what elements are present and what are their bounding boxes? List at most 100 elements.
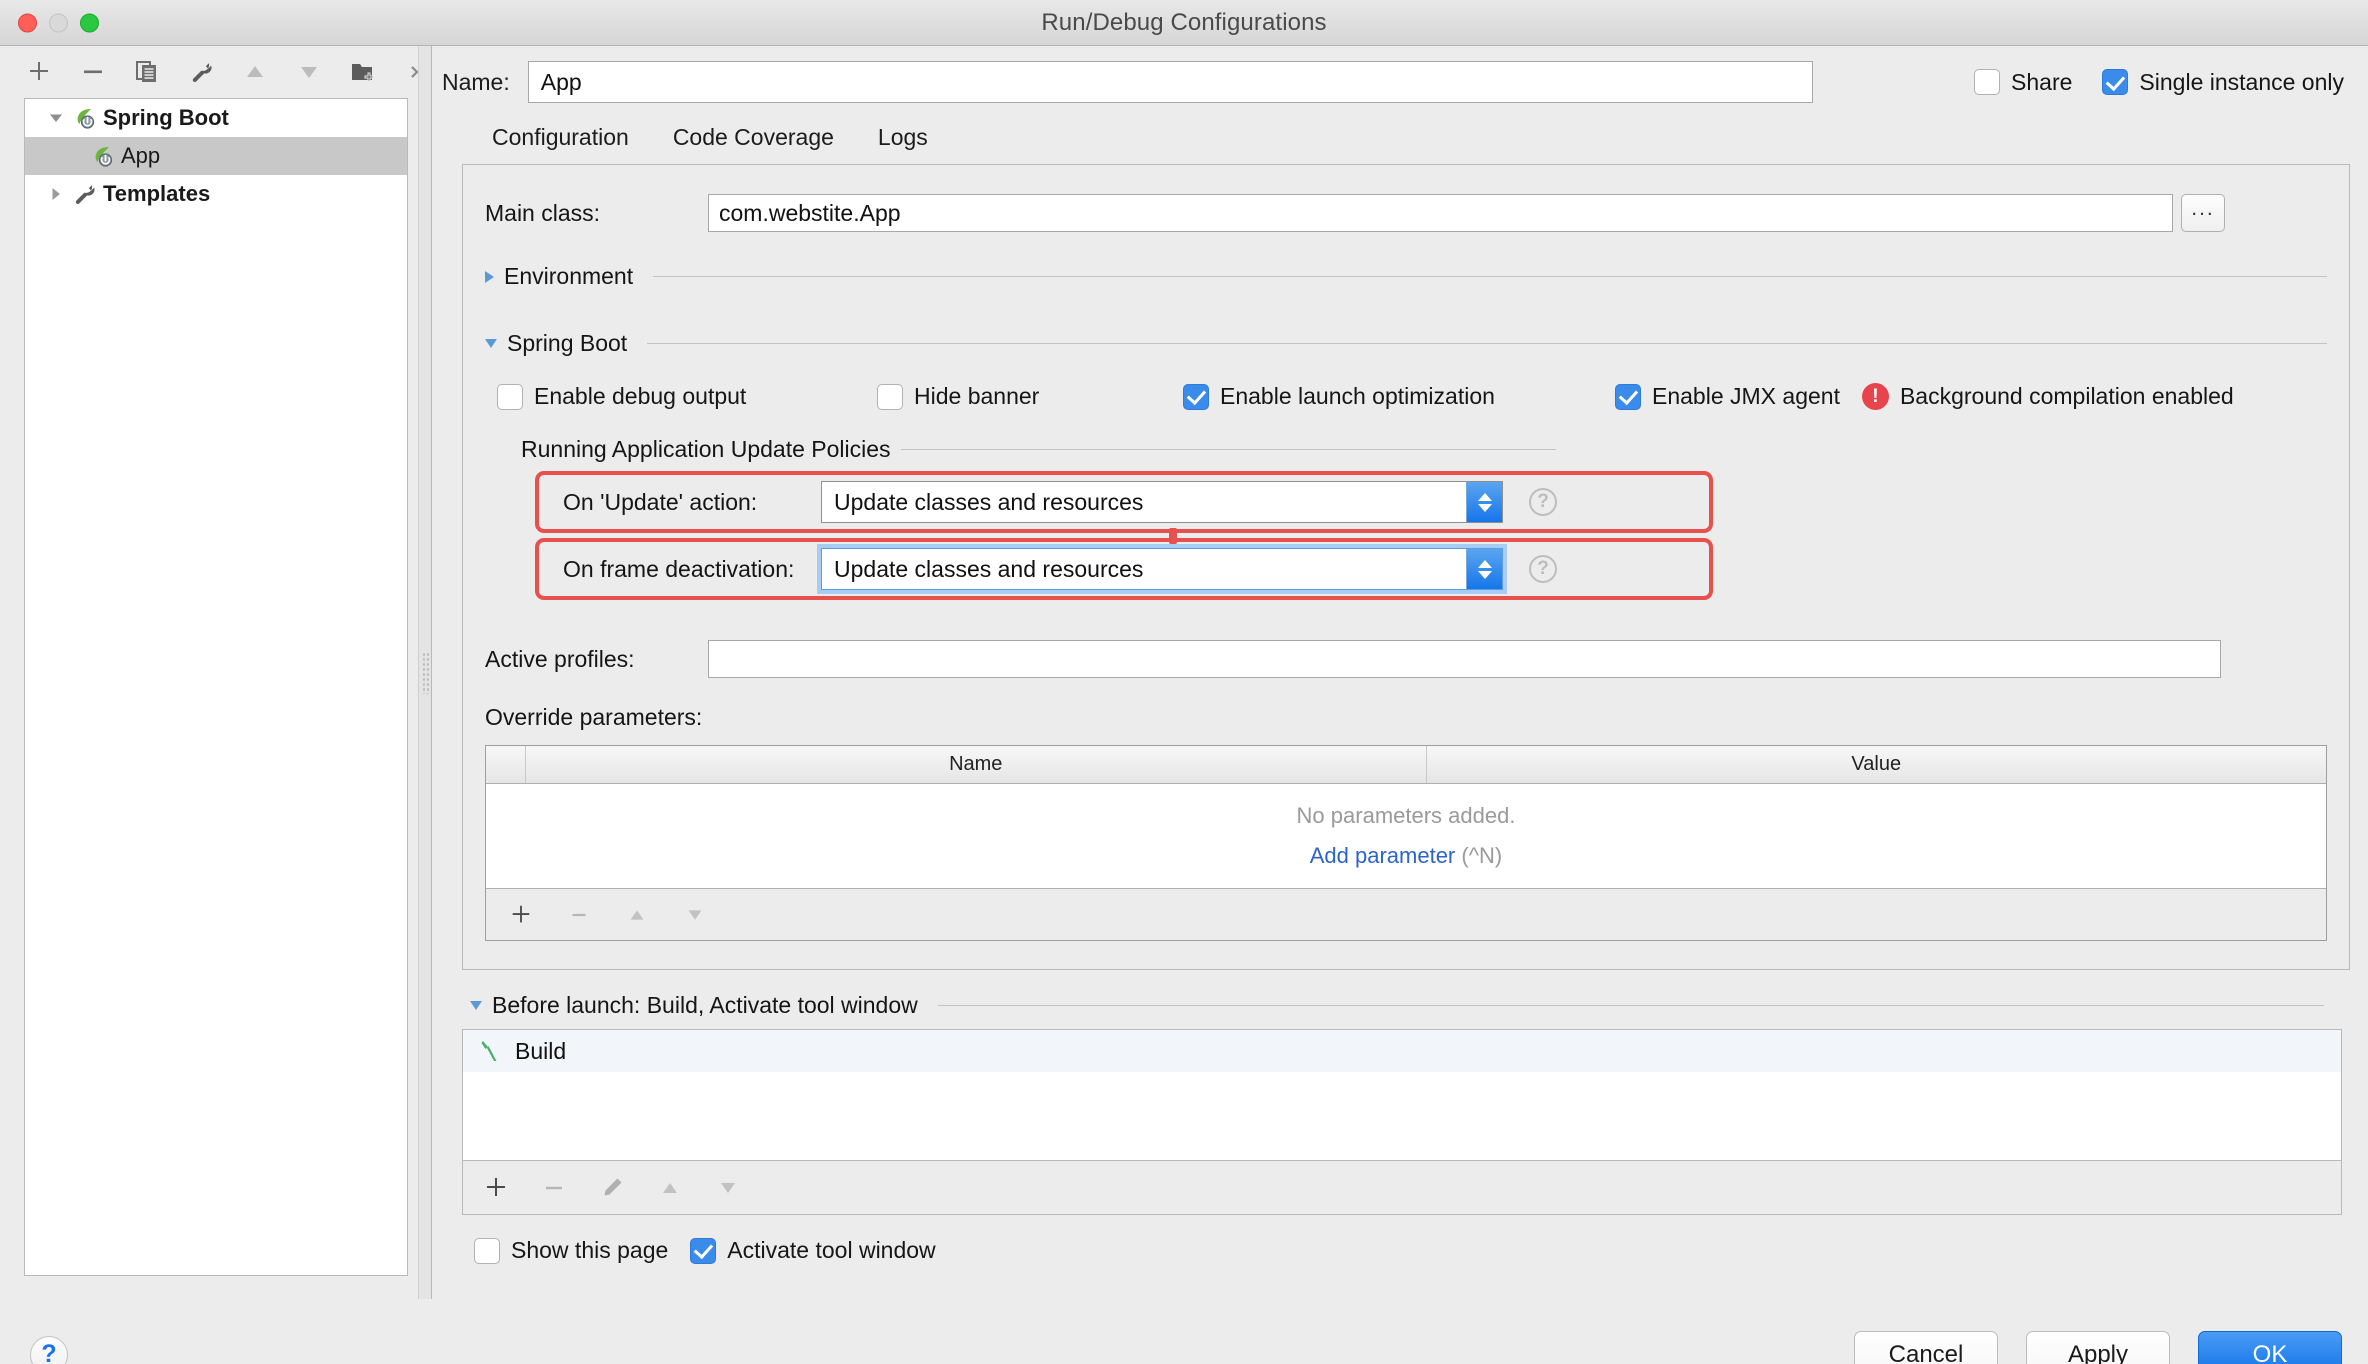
- tab-logs[interactable]: Logs: [856, 124, 950, 168]
- dialog-body: Spring Boot App: [0, 46, 2368, 1299]
- close-window-button[interactable]: [18, 13, 37, 32]
- arrow-up-icon[interactable]: [622, 900, 652, 930]
- chevron-down-icon[interactable]: [485, 339, 497, 348]
- on-frame-deactivation-select[interactable]: Update classes and resources: [821, 548, 1503, 590]
- checkbox-box[interactable]: [690, 1238, 716, 1264]
- arrow-down-icon[interactable]: [294, 57, 324, 87]
- checkbox-box[interactable]: [1615, 384, 1641, 410]
- minus-icon[interactable]: [539, 1173, 569, 1203]
- help-icon[interactable]: ?: [1529, 488, 1557, 516]
- chevron-down-icon[interactable]: [470, 1001, 482, 1010]
- background-compilation-label: Background compilation enabled: [1900, 383, 2234, 410]
- tree-item-label: App: [121, 143, 160, 169]
- checkbox-box[interactable]: [1183, 384, 1209, 410]
- on-update-action-select[interactable]: Update classes and resources: [821, 481, 1503, 523]
- arrow-up-icon[interactable]: [240, 57, 270, 87]
- add-parameter-link[interactable]: Add parameter: [1310, 843, 1456, 868]
- maximize-window-button[interactable]: [80, 13, 99, 32]
- plus-icon[interactable]: [481, 1173, 511, 1203]
- single-instance-checkbox[interactable]: Single instance only: [2102, 69, 2344, 96]
- before-launch-header[interactable]: Before launch: Build, Activate tool wind…: [470, 992, 2350, 1019]
- override-parameters-label: Override parameters:: [485, 704, 2327, 731]
- panel-splitter[interactable]: [418, 46, 432, 1299]
- main-class-row: Main class: com.webstite.App ...: [485, 191, 2327, 235]
- arrow-down-icon[interactable]: [680, 900, 710, 930]
- stepper-icon[interactable]: [1466, 482, 1502, 522]
- before-launch-title: Before launch: Build, Activate tool wind…: [492, 992, 918, 1019]
- name-row: Name: Share Single instance only: [442, 56, 2350, 108]
- splitter-grip[interactable]: [422, 652, 429, 694]
- ok-button[interactable]: OK: [2198, 1331, 2342, 1364]
- apply-button[interactable]: Apply: [2026, 1331, 2170, 1364]
- add-parameter-row: Add parameter (^N): [1310, 843, 1503, 869]
- checkbox-box[interactable]: [497, 384, 523, 410]
- enable-jmx-agent-checkbox[interactable]: Enable JMX agent: [1615, 383, 1840, 410]
- copy-icon[interactable]: [132, 57, 162, 87]
- window-title: Run/Debug Configurations: [0, 9, 2368, 37]
- tree-item-templates[interactable]: Templates: [25, 175, 407, 213]
- show-this-page-checkbox[interactable]: Show this page: [474, 1237, 668, 1264]
- on-frame-deactivation-row: On frame deactivation: Update classes an…: [535, 538, 1713, 600]
- plus-icon[interactable]: [506, 900, 536, 930]
- before-launch-task-list[interactable]: Build: [462, 1029, 2342, 1161]
- browse-main-class-button[interactable]: ...: [2181, 194, 2225, 232]
- minimize-window-button[interactable]: [49, 13, 68, 32]
- arrow-up-icon[interactable]: [655, 1173, 685, 1203]
- tab-configuration[interactable]: Configuration: [470, 124, 651, 168]
- error-icon: !: [1862, 383, 1889, 410]
- enable-launch-optimization-checkbox[interactable]: Enable launch optimization: [1183, 383, 1615, 410]
- chevron-right-icon[interactable]: [43, 185, 69, 203]
- footer-buttons: Cancel Apply OK: [1854, 1331, 2342, 1364]
- before-launch-toolbar: [462, 1161, 2342, 1215]
- table-header-name: Name: [526, 746, 1427, 783]
- tab-code-coverage[interactable]: Code Coverage: [651, 124, 856, 168]
- checkbox-box[interactable]: [474, 1238, 500, 1264]
- spring-boot-section-header[interactable]: Spring Boot: [485, 330, 2327, 357]
- chevron-down-icon[interactable]: [43, 109, 69, 127]
- configuration-editor: Name: Share Single instance only Configu…: [432, 46, 2368, 1299]
- spring-boot-label: Spring Boot: [507, 330, 627, 357]
- add-parameter-shortcut: (^N): [1455, 843, 1502, 868]
- plus-icon[interactable]: [24, 57, 54, 87]
- wrench-icon[interactable]: [186, 57, 216, 87]
- activate-tool-window-checkbox[interactable]: Activate tool window: [690, 1237, 935, 1264]
- spring-boot-icon: [69, 105, 99, 131]
- enable-debug-output-checkbox[interactable]: Enable debug output: [497, 383, 877, 410]
- minus-icon[interactable]: [78, 57, 108, 87]
- checkbox-label: Enable JMX agent: [1652, 383, 1840, 410]
- table-header-value: Value: [1427, 746, 2327, 783]
- help-icon[interactable]: ?: [1529, 555, 1557, 583]
- header-options: Share Single instance only: [1974, 69, 2350, 96]
- main-class-input[interactable]: com.webstite.App: [708, 194, 2173, 232]
- share-checkbox[interactable]: Share: [1974, 69, 2072, 96]
- checkbox-box[interactable]: [1974, 69, 2000, 95]
- name-input[interactable]: [528, 61, 1813, 103]
- single-instance-label: Single instance only: [2139, 69, 2344, 96]
- task-label: Build: [515, 1038, 566, 1065]
- stepper-icon[interactable]: [1466, 549, 1502, 589]
- editor-tabs: Configuration Code Coverage Logs: [442, 108, 2350, 164]
- active-profiles-input[interactable]: [708, 640, 2221, 678]
- cancel-button[interactable]: Cancel: [1854, 1331, 1998, 1364]
- checkbox-label: Enable debug output: [534, 383, 746, 410]
- before-launch-task-build[interactable]: Build: [463, 1030, 2341, 1072]
- arrow-down-icon[interactable]: [713, 1173, 743, 1203]
- checkbox-box[interactable]: [877, 384, 903, 410]
- table-header-blank: [486, 746, 526, 783]
- pencil-icon[interactable]: [597, 1173, 627, 1203]
- name-label: Name:: [442, 69, 510, 96]
- help-button[interactable]: ?: [30, 1336, 68, 1364]
- tree-item-app[interactable]: App: [25, 137, 407, 175]
- checkbox-label: Hide banner: [914, 383, 1039, 410]
- tree-item-spring-boot[interactable]: Spring Boot: [25, 99, 407, 137]
- chevron-right-icon[interactable]: [485, 271, 494, 283]
- configurations-tree[interactable]: Spring Boot App: [24, 98, 408, 1276]
- hide-banner-checkbox[interactable]: Hide banner: [877, 383, 1183, 410]
- environment-section-header[interactable]: Environment: [485, 263, 2327, 290]
- window-controls[interactable]: [18, 13, 99, 32]
- minus-icon[interactable]: [564, 900, 594, 930]
- checkbox-box[interactable]: [2102, 69, 2128, 95]
- section-divider: [938, 1005, 2324, 1006]
- folder-add-icon[interactable]: [348, 57, 378, 87]
- section-divider: [653, 276, 2327, 277]
